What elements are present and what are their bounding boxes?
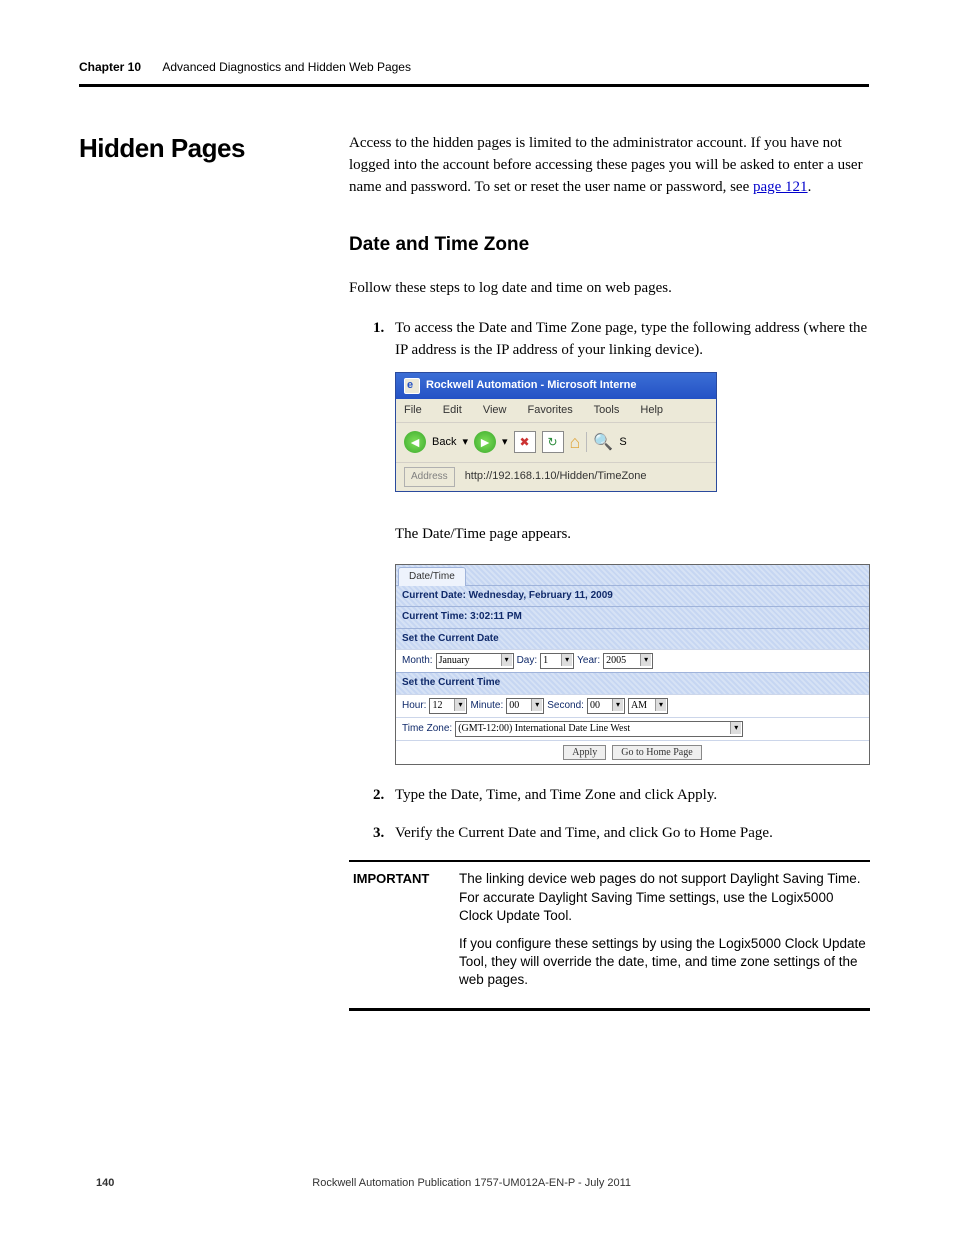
tz-row: Time Zone: (GMT-12:00) International Dat… <box>396 717 869 740</box>
menu-edit[interactable]: Edit <box>443 404 462 416</box>
forward-dropdown[interactable]: ▾ <box>502 435 508 451</box>
header-rule <box>79 84 869 87</box>
hour-select[interactable]: 12 <box>429 698 467 714</box>
step-2-text: Type the Date, Time, and Time Zone and c… <box>395 787 717 803</box>
search-icon[interactable]: 🔍 <box>593 431 613 454</box>
intro-text-2: . <box>808 179 812 195</box>
month-label: Month: <box>402 654 433 669</box>
browser-window-figure: Rockwell Automation - Microsoft Interne … <box>395 372 717 493</box>
menu-tools[interactable]: Tools <box>594 404 620 416</box>
home-page-button[interactable]: Go to Home Page <box>612 745 701 760</box>
chapter-title: Advanced Diagnostics and Hidden Web Page… <box>162 60 411 74</box>
time-row: Hour: 12 Minute: 00 Second: 00 AM <box>396 694 869 717</box>
tab-datetime[interactable]: Date/Time <box>398 567 466 587</box>
tz-select[interactable]: (GMT-12:00) International Date Line West <box>455 721 743 737</box>
tab-row: Date/Time <box>396 565 869 585</box>
minute-select[interactable]: 00 <box>506 698 544 714</box>
browser-title-text: Rockwell Automation - Microsoft Interne <box>426 378 636 394</box>
step-3-text: Verify the Current Date and Time, and cl… <box>395 825 773 841</box>
subsection-title: Date and Time Zone <box>349 234 870 256</box>
step-1: To access the Date and Time Zone page, t… <box>373 318 870 765</box>
page-number: 140 <box>96 1177 114 1189</box>
button-row: Apply Go to Home Page <box>396 740 869 764</box>
home-icon[interactable]: ⌂ <box>570 429 581 455</box>
forward-icon[interactable]: ► <box>474 431 496 453</box>
address-url[interactable]: http://192.168.1.10/Hidden/TimeZone <box>461 467 708 487</box>
step-3: Verify the Current Date and Time, and cl… <box>373 823 870 845</box>
ampm-select[interactable]: AM <box>628 698 668 714</box>
lead-text: Follow these steps to log date and time … <box>349 278 870 300</box>
current-date-band: Current Date: Wednesday, February 11, 20… <box>396 585 869 607</box>
browser-menubar: File Edit View Favorites Tools Help <box>396 399 716 424</box>
important-p2: If you configure these settings by using… <box>459 935 866 990</box>
chapter-number: Chapter 10 <box>79 60 141 74</box>
stop-icon[interactable]: ✖ <box>514 431 536 453</box>
minute-label: Minute: <box>470 699 503 714</box>
page-footer: 140 Rockwell Automation Publication 1757… <box>96 1177 869 1189</box>
browser-toolbar: ◄ Back ▾ ► ▾ ✖ ↻ ⌂ 🔍 S <box>396 423 716 462</box>
back-icon[interactable]: ◄ <box>404 431 426 453</box>
caption-after-browser: The Date/Time page appears. <box>395 524 870 546</box>
menu-view[interactable]: View <box>483 404 507 416</box>
second-select[interactable]: 00 <box>587 698 625 714</box>
back-label[interactable]: Back <box>432 435 456 451</box>
back-dropdown[interactable]: ▾ <box>462 435 468 451</box>
ie-icon <box>404 378 420 394</box>
set-date-header: Set the Current Date <box>396 628 869 650</box>
hour-label: Hour: <box>402 699 426 714</box>
section-title: Hidden Pages <box>79 133 349 164</box>
set-time-header: Set the Current Time <box>396 672 869 694</box>
publication-info: Rockwell Automation Publication 1757-UM0… <box>312 1177 631 1189</box>
datetime-panel-figure: Date/Time Current Date: Wednesday, Febru… <box>395 564 870 765</box>
tz-label: Time Zone: <box>402 722 452 737</box>
menu-help[interactable]: Help <box>640 404 663 416</box>
apply-button[interactable]: Apply <box>563 745 606 760</box>
day-select[interactable]: 1 <box>540 653 574 669</box>
page-link[interactable]: page 121 <box>753 179 808 195</box>
month-select[interactable]: January <box>436 653 514 669</box>
second-label: Second: <box>547 699 584 714</box>
year-select[interactable]: 2005 <box>603 653 653 669</box>
step-2: Type the Date, Time, and Time Zone and c… <box>373 785 870 807</box>
search-letter: S <box>619 435 626 451</box>
year-label: Year: <box>577 654 600 669</box>
current-time-band: Current Time: 3:02:11 PM <box>396 606 869 628</box>
day-label: Day: <box>517 654 538 669</box>
browser-addressbar: Address http://192.168.1.10/Hidden/TimeZ… <box>396 463 716 492</box>
menu-file[interactable]: File <box>404 404 422 416</box>
important-box: IMPORTANT The linking device web pages d… <box>349 860 870 1010</box>
important-tag: IMPORTANT <box>353 870 459 999</box>
address-label: Address <box>404 467 455 488</box>
menu-favorites[interactable]: Favorites <box>528 404 573 416</box>
browser-titlebar: Rockwell Automation - Microsoft Interne <box>396 373 716 399</box>
step-1-text: To access the Date and Time Zone page, t… <box>395 320 867 358</box>
date-row: Month: January Day: 1 Year: 2005 <box>396 649 869 672</box>
refresh-icon[interactable]: ↻ <box>542 431 564 453</box>
running-header: Chapter 10 Advanced Diagnostics and Hidd… <box>79 60 869 74</box>
intro-paragraph: Access to the hidden pages is limited to… <box>349 133 870 198</box>
important-p1: The linking device web pages do not supp… <box>459 870 866 925</box>
